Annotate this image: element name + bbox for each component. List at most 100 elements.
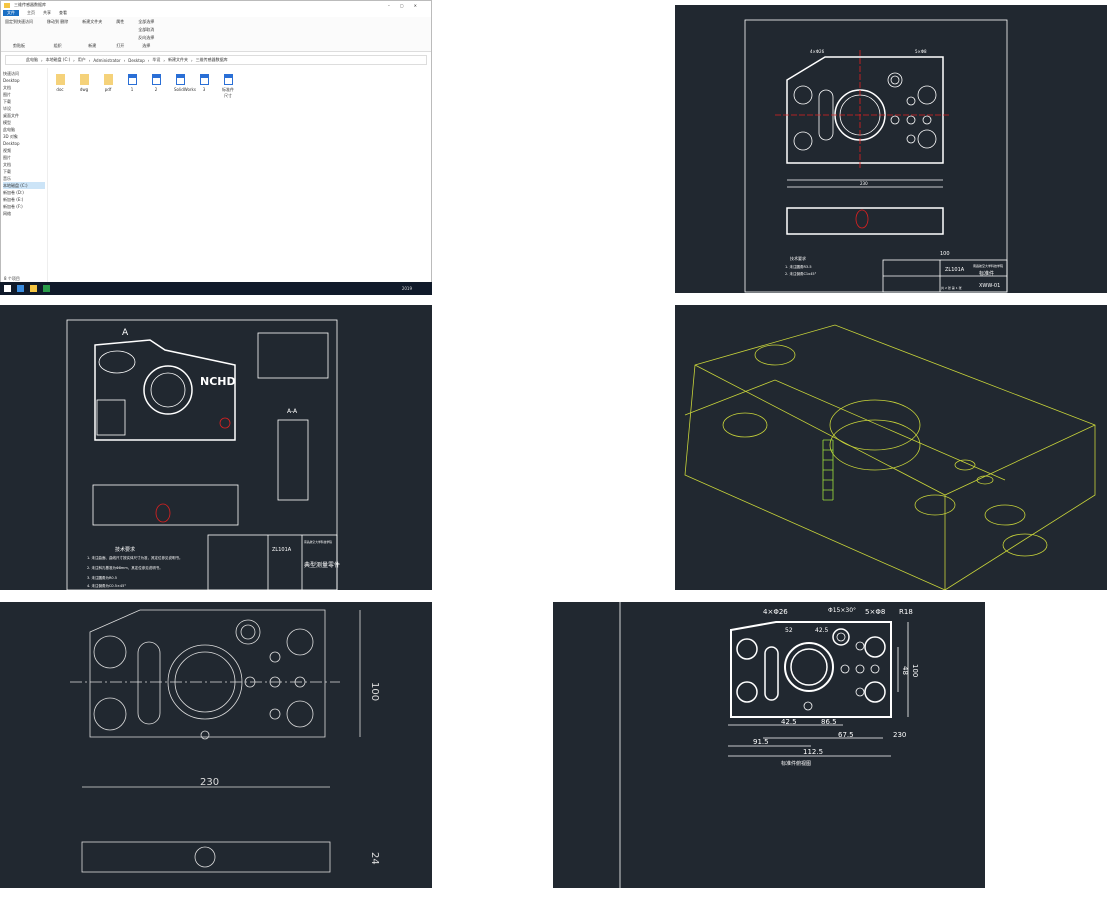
- file-explorer-window: 三维传感器数据库 –▢✕ 文件 主页 共享 查看 固定到快速访问 剪贴板 移动到 …: [0, 0, 432, 295]
- select-all-button[interactable]: 全部选择: [138, 19, 154, 25]
- nav-item[interactable]: 本地磁盘 (C:): [3, 182, 45, 189]
- group-select: 选择: [142, 43, 151, 48]
- nav-item[interactable]: 图片: [3, 91, 45, 98]
- select-none-button[interactable]: 全部取消: [138, 27, 154, 33]
- drawing-border: [744, 19, 1008, 293]
- nav-item[interactable]: 音乐: [3, 175, 45, 182]
- dim-label: 48: [901, 666, 909, 675]
- spring-icon: [822, 439, 834, 501]
- part-outline: [94, 339, 236, 441]
- file-item[interactable]: pdf: [102, 74, 114, 280]
- nav-item[interactable]: 下载: [3, 98, 45, 105]
- app-icon[interactable]: [43, 285, 50, 292]
- file-name: dwg: [79, 87, 89, 92]
- file-name: doc: [56, 87, 64, 92]
- nav-item[interactable]: 下载: [3, 168, 45, 175]
- nav-item[interactable]: 文档: [3, 161, 45, 168]
- nav-item[interactable]: 新加卷 (D:): [3, 189, 45, 196]
- new-folder-button[interactable]: 新建文件夹: [82, 19, 102, 25]
- document-icon: [199, 74, 209, 85]
- clock: 2019: [401, 286, 412, 291]
- nav-item[interactable]: 快速访问: [3, 70, 45, 77]
- school-label: 南昌航空大学科技学院: [973, 263, 1003, 268]
- nav-item[interactable]: 桌面文件: [3, 112, 45, 119]
- invert-selection-button[interactable]: 反向选择: [138, 35, 154, 41]
- breadcrumb-item[interactable]: 本地磁盘 (C:): [46, 57, 71, 63]
- file-name: 1: [130, 87, 134, 92]
- ribbon: 固定到快速访问 剪贴板 移动到 删除 组织 新建文件夹 新建 属性 打开 全部选择 全部取…: [1, 17, 431, 52]
- cad-dimensioned-top-view: 42.5 86.5 67.5 91.5 112.5 230 4×Φ26 Φ15×…: [553, 602, 985, 888]
- start-icon[interactable]: [4, 285, 11, 292]
- address-bar[interactable]: 此电脑 › 本地磁盘 (C:) › 用户 › Administrator › Deskt…: [5, 55, 427, 65]
- material-label: ZL101A: [945, 267, 965, 273]
- nav-item[interactable]: 模型: [3, 119, 45, 126]
- file-list: doc dwg pdf 1 2 SolidWorks 3 标准件尺寸: [48, 68, 240, 286]
- title-bar: 三维传感器数据库 –▢✕: [1, 1, 431, 9]
- cad-top-view: 230 100 24: [0, 602, 432, 888]
- drawing-code: XWW-01: [979, 283, 1000, 289]
- part-name: 典型测量零件: [304, 561, 340, 569]
- breadcrumb-item[interactable]: 用户: [78, 57, 86, 63]
- nav-item[interactable]: 文档: [3, 84, 45, 91]
- nav-item[interactable]: 新加卷 (F:): [3, 203, 45, 210]
- tech-req-title: 技术要求: [115, 546, 135, 553]
- move-to-button[interactable]: 移动到: [47, 19, 59, 24]
- nav-item[interactable]: Desktop: [3, 77, 45, 84]
- file-item[interactable]: 2: [150, 74, 162, 280]
- file-item[interactable]: doc: [54, 74, 66, 280]
- nav-item[interactable]: 网络: [3, 210, 45, 217]
- tech-req-item: 3. 未注圆角为R0.5: [87, 575, 117, 580]
- dim-label: 230: [893, 731, 906, 739]
- file-item[interactable]: 1: [126, 74, 138, 280]
- dim-label: 86.5: [821, 718, 837, 726]
- dim-label: 4×Φ26: [810, 49, 825, 54]
- dim-label: 112.5: [803, 748, 823, 756]
- school-label: 南昌航空大学科技学院: [304, 540, 332, 544]
- document-icon: [223, 74, 233, 85]
- breadcrumb-item[interactable]: 毕设: [152, 57, 160, 63]
- breadcrumb-item[interactable]: 三维传感器数据库: [196, 57, 228, 63]
- cad-drawing-typical-part: NCHD A A-A 技术要求 1. 未注曲面、曲线尺寸按实体尺寸为准，其定位参…: [0, 305, 432, 590]
- tab-home[interactable]: 主页: [27, 10, 35, 16]
- nav-item[interactable]: 3D 对象: [3, 133, 45, 140]
- breadcrumb-item[interactable]: Desktop: [128, 58, 145, 63]
- tab-file[interactable]: 文件: [3, 10, 19, 16]
- dim-label: R18: [899, 608, 913, 616]
- document-icon: [127, 74, 137, 85]
- dim-label: 100: [369, 682, 380, 701]
- properties-button[interactable]: 属性: [116, 19, 124, 25]
- breadcrumb-item[interactable]: Administrator: [93, 58, 120, 63]
- file-item[interactable]: 标准件尺寸: [222, 74, 234, 280]
- nav-item[interactable]: 视频: [3, 147, 45, 154]
- explorer-icon[interactable]: [30, 285, 37, 292]
- pin-button[interactable]: 固定到快速访问: [5, 19, 33, 25]
- nav-item[interactable]: 此电脑: [3, 126, 45, 133]
- nav-item[interactable]: 图片: [3, 154, 45, 161]
- nav-item[interactable]: 毕设: [3, 105, 45, 112]
- file-item[interactable]: 3: [198, 74, 210, 280]
- nav-item[interactable]: 新加卷 (E:): [3, 196, 45, 203]
- file-item[interactable]: SolidWorks: [174, 74, 196, 280]
- tech-req-item: 4. 未注倒角为C0.5×45°: [87, 583, 126, 588]
- part-outline: [786, 56, 944, 164]
- dim-label: 42.5: [815, 627, 829, 634]
- tab-view[interactable]: 查看: [59, 10, 67, 16]
- window-controls[interactable]: –▢✕: [388, 3, 431, 8]
- section-mark: A: [122, 328, 129, 338]
- dim-label: 100: [911, 664, 919, 677]
- tab-share[interactable]: 共享: [43, 10, 51, 16]
- breadcrumb-item[interactable]: 新建文件夹: [168, 57, 188, 63]
- view-caption: 标准件俯视图: [781, 760, 811, 767]
- nav-item[interactable]: Desktop: [3, 140, 45, 147]
- dim-label: 5×Φ8: [865, 608, 885, 616]
- drawing-border: [66, 319, 338, 590]
- edge-icon[interactable]: [17, 285, 24, 292]
- tech-req-title: 技术要求: [790, 255, 806, 261]
- dim-label: 67.5: [838, 731, 854, 739]
- dim-label: Φ15×30°: [828, 607, 856, 614]
- file-item[interactable]: dwg: [78, 74, 90, 280]
- breadcrumb-item[interactable]: 此电脑: [26, 57, 38, 63]
- file-name: pdf: [104, 87, 112, 92]
- delete-button[interactable]: 删除: [60, 19, 68, 24]
- dim-label: 52: [785, 627, 793, 634]
